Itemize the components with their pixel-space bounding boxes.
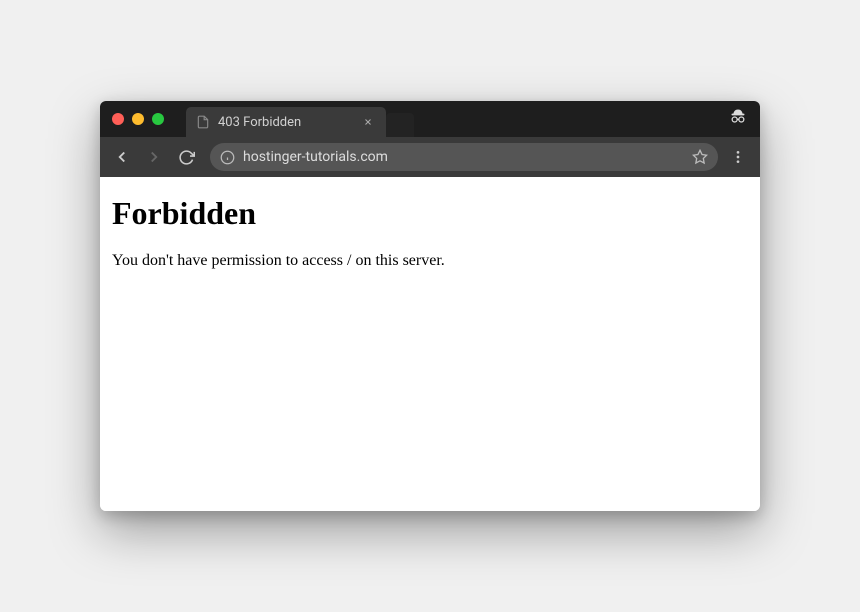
titlebar: 403 Forbidden bbox=[100, 101, 760, 137]
close-tab-button[interactable] bbox=[360, 114, 376, 130]
browser-window: 403 Forbidden bbox=[100, 101, 760, 511]
page-content: Forbidden You don't have permission to a… bbox=[100, 177, 760, 511]
close-window-button[interactable] bbox=[112, 113, 124, 125]
back-button[interactable] bbox=[110, 145, 134, 169]
toolbar: hostinger-tutorials.com bbox=[100, 137, 760, 177]
url-text: hostinger-tutorials.com bbox=[243, 149, 684, 165]
page-heading: Forbidden bbox=[112, 195, 748, 232]
bookmark-icon[interactable] bbox=[692, 149, 708, 165]
maximize-window-button[interactable] bbox=[152, 113, 164, 125]
minimize-window-button[interactable] bbox=[132, 113, 144, 125]
tab-title: 403 Forbidden bbox=[218, 115, 352, 130]
reload-button[interactable] bbox=[174, 145, 198, 169]
site-info-icon[interactable] bbox=[220, 150, 235, 165]
file-icon bbox=[196, 115, 210, 129]
address-bar[interactable]: hostinger-tutorials.com bbox=[210, 143, 718, 171]
incognito-icon bbox=[728, 107, 748, 131]
menu-button[interactable] bbox=[726, 149, 750, 165]
forward-button[interactable] bbox=[142, 145, 166, 169]
browser-tab[interactable]: 403 Forbidden bbox=[186, 107, 386, 137]
window-controls bbox=[112, 113, 164, 125]
error-message: You don't have permission to access / on… bbox=[112, 252, 748, 270]
new-tab-hint[interactable] bbox=[386, 113, 414, 137]
